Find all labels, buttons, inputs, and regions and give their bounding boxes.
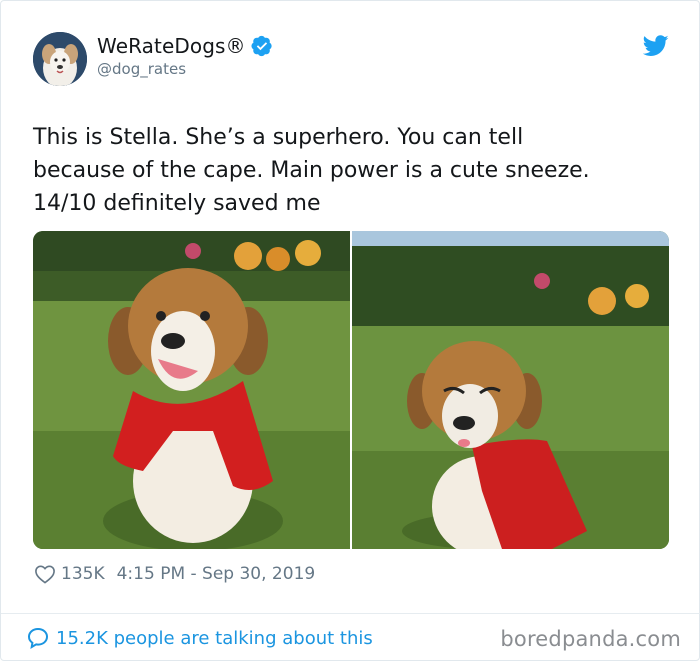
heart-icon[interactable] [34, 564, 56, 584]
talking-text: 15.2K people are talking about this [56, 627, 373, 649]
dog-avatar-icon [33, 32, 87, 86]
display-name[interactable]: WeRateDogs® [97, 34, 246, 58]
divider [1, 613, 700, 614]
name-row: WeRateDogs® [97, 33, 273, 59]
talking-about-link[interactable]: 15.2K people are talking about this [26, 625, 373, 651]
speech-bubble-icon [27, 627, 49, 649]
avatar[interactable] [33, 32, 87, 86]
handle[interactable]: @dog_rates [97, 60, 186, 78]
tweet-meta: 135K 4:15 PM - Sep 30, 2019 [34, 563, 315, 585]
watermark: boredpanda.com [500, 627, 681, 651]
puppy-sneezing-image [352, 231, 669, 549]
timestamp[interactable]: 4:15 PM - Sep 30, 2019 [117, 564, 316, 584]
photo-puppy-sneezing[interactable] [352, 231, 669, 549]
verified-badge-icon [251, 35, 272, 57]
photo-puppy-smiling[interactable] [33, 231, 350, 549]
tweet-text: This is Stella. She’s a superhero. You c… [33, 125, 590, 216]
media-grid [33, 231, 669, 549]
like-count[interactable]: 135K [61, 564, 105, 584]
tweet-card: WeRateDogs® @dog_rates This is Stella. S… [0, 0, 700, 661]
puppy-smiling-image [33, 231, 350, 549]
twitter-bird-icon[interactable] [643, 35, 669, 57]
